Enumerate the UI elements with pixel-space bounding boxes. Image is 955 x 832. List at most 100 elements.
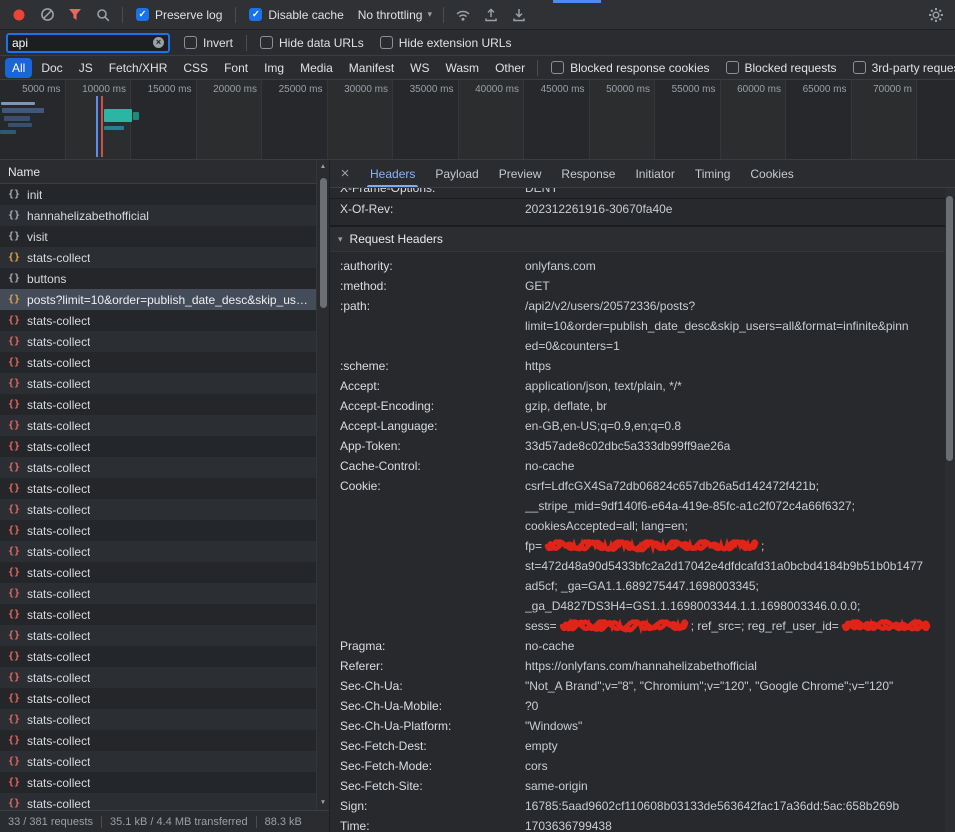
request-row[interactable]: {}init [0,184,316,205]
request-name: stats-collect [27,629,90,643]
filter-toggle-button[interactable] [61,2,89,28]
header-row: Sec-Ch-Ua:"Not_A Brand";v="8", "Chromium… [330,676,945,696]
scroll-down-icon[interactable]: ▼ [317,797,329,809]
overview-column: 20000 ms [197,80,263,159]
settings-button[interactable] [922,2,950,28]
close-details-button[interactable]: × [330,160,360,187]
request-row[interactable]: {}hannahelizabethofficial [0,205,316,226]
header-name: Sec-Fetch-Mode: [330,756,525,776]
active-tab-indicator [553,0,601,3]
clear-filter-icon[interactable]: × [153,37,164,48]
timeline-tick-label: 60000 ms [737,84,781,95]
blocked-response-cookies-checkbox[interactable]: Blocked response cookies [551,61,709,75]
network-conditions-icon [455,8,471,22]
request-row[interactable]: {}stats-collect [0,478,316,499]
tab-response[interactable]: Response [551,160,625,187]
tab-timing[interactable]: Timing [685,160,741,187]
throttling-dropdown[interactable]: No throttling ▾ [358,8,432,22]
header-value: gzip, deflate, br [525,396,945,416]
tab-preview[interactable]: Preview [489,160,552,187]
type-filter-css[interactable]: CSS [176,58,215,78]
import-har-button[interactable] [505,2,533,28]
request-row[interactable]: {}stats-collect [0,541,316,562]
filter-input-field[interactable] [12,36,153,50]
tab-cookies[interactable]: Cookies [740,160,803,187]
search-button[interactable] [89,2,117,28]
request-name: stats-collect [27,545,90,559]
type-filter-wasm[interactable]: Wasm [439,58,487,78]
name-column-header[interactable]: Name [0,160,329,184]
request-row[interactable]: {}stats-collect [0,646,316,667]
type-filter-media[interactable]: Media [293,58,340,78]
scrollbar-thumb[interactable] [946,196,953,461]
checkbox-box: ✓ [249,8,262,21]
request-row[interactable]: {}stats-collect [0,415,316,436]
hide-extension-urls-checkbox[interactable]: Hide extension URLs [380,36,512,50]
timeline-overview[interactable]: 5000 ms10000 ms15000 ms20000 ms25000 ms3… [0,80,955,160]
request-row[interactable]: {}stats-collect [0,793,316,810]
header-name: Referer: [330,656,525,676]
request-row[interactable]: {}posts?limit=10&order=publish_date_desc… [0,289,316,310]
tab-payload[interactable]: Payload [425,160,488,187]
type-filter-all[interactable]: All [5,58,32,78]
hide-data-urls-checkbox[interactable]: Hide data URLs [260,36,364,50]
request-row[interactable]: {}stats-collect [0,394,316,415]
preserve-log-checkbox[interactable]: ✓ Preserve log [136,8,222,22]
request-row[interactable]: {}stats-collect [0,562,316,583]
request-row[interactable]: {}stats-collect [0,310,316,331]
clear-network-log-button[interactable] [33,2,61,28]
request-row[interactable]: {}stats-collect [0,331,316,352]
blocked-requests-checkbox[interactable]: Blocked requests [726,61,837,75]
upload-icon [484,7,498,22]
request-headers-section-header[interactable]: ▾ Request Headers [330,225,945,252]
caret-down-icon: ▾ [427,9,432,20]
json-request-icon: {} [8,735,20,746]
request-row[interactable]: {}buttons [0,268,316,289]
type-filter-other[interactable]: Other [488,58,532,78]
timeline-tick-label: 40000 ms [475,84,519,95]
request-row[interactable]: {}stats-collect [0,772,316,793]
header-value: 33d57ade8c02dbc5a333db99ff9ae26a [525,436,945,456]
type-filter-doc[interactable]: Doc [34,58,69,78]
request-row[interactable]: {}stats-collect [0,667,316,688]
request-row[interactable]: {}stats-collect [0,373,316,394]
type-filter-img[interactable]: Img [257,58,291,78]
header-value: "Windows" [525,716,945,736]
filter-input[interactable]: × [6,33,170,53]
type-filter-fetch-xhr[interactable]: Fetch/XHR [102,58,175,78]
json-request-icon: {} [8,756,20,767]
tab-headers[interactable]: Headers [360,160,425,187]
request-row[interactable]: {}stats-collect [0,583,316,604]
json-request-icon: {} [8,378,20,389]
invert-checkbox[interactable]: Invert [184,36,233,50]
type-filter-manifest[interactable]: Manifest [342,58,401,78]
request-row[interactable]: {}stats-collect [0,688,316,709]
tab-initiator[interactable]: Initiator [625,160,684,187]
disable-cache-checkbox[interactable]: ✓ Disable cache [249,8,343,22]
request-row[interactable]: {}stats-collect [0,247,316,268]
header-row: Sec-Fetch-Site:same-origin [330,776,945,796]
scrollbar-thumb[interactable] [320,178,327,308]
request-type-toolbar: AllDocJSFetch/XHRCSSFontImgMediaManifest… [0,56,955,80]
third-party-requests-checkbox[interactable]: 3rd-party requests [853,61,955,75]
request-row[interactable]: {}stats-collect [0,604,316,625]
type-filter-ws[interactable]: WS [403,58,436,78]
request-row[interactable]: {}stats-collect [0,457,316,478]
type-filter-js[interactable]: JS [72,58,100,78]
scroll-up-icon[interactable]: ▲ [317,161,329,173]
request-row[interactable]: {}stats-collect [0,436,316,457]
request-row[interactable]: {}stats-collect [0,499,316,520]
request-row[interactable]: {}visit [0,226,316,247]
export-har-button[interactable] [477,2,505,28]
record-network-log-button[interactable] [5,2,33,28]
request-row[interactable]: {}stats-collect [0,520,316,541]
network-conditions-button[interactable] [449,2,477,28]
request-row[interactable]: {}stats-collect [0,625,316,646]
request-row[interactable]: {}stats-collect [0,730,316,751]
timeline-tick-label: 45000 ms [541,84,585,95]
type-filter-font[interactable]: Font [217,58,255,78]
request-row[interactable]: {}stats-collect [0,709,316,730]
request-row[interactable]: {}stats-collect [0,751,316,772]
request-row[interactable]: {}stats-collect [0,352,316,373]
header-value: 202312261916-30670fa40e [525,199,945,219]
